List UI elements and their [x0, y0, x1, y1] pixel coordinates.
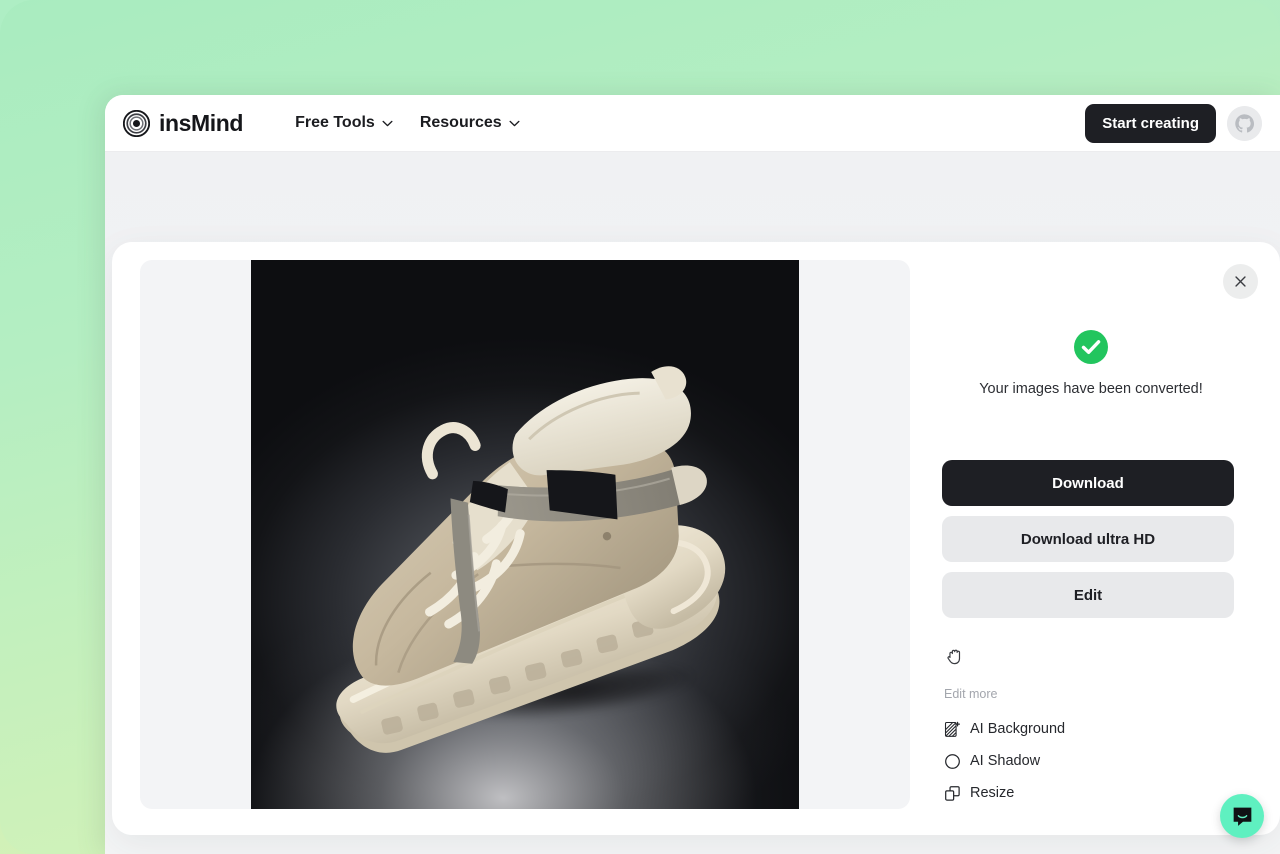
- download-ultra-hd-button[interactable]: Download ultra HD: [942, 516, 1234, 562]
- primary-actions: Download Download ultra HD Edit: [942, 460, 1234, 618]
- hand-grab-icon[interactable]: [944, 646, 966, 668]
- edit-button[interactable]: Edit: [942, 572, 1234, 618]
- download-button[interactable]: Download: [942, 460, 1234, 506]
- chat-bubble-icon: [1233, 807, 1251, 826]
- edit-more-item-label: AI Shadow: [970, 753, 1041, 769]
- chevron-down-icon: [382, 120, 393, 126]
- ai-background-icon: [944, 721, 960, 737]
- ai-shadow-icon: [945, 753, 960, 769]
- user-avatar-icon: [1227, 105, 1262, 141]
- image-preview-canvas[interactable]: [140, 260, 910, 809]
- status-message: Your images have been converted!: [979, 381, 1203, 397]
- edit-more-section: Edit more AI Background AI Shadow Resize: [944, 687, 1236, 809]
- brand-logo[interactable]: insMind: [123, 109, 244, 137]
- product-photo: [251, 260, 799, 809]
- edit-more-item-resize[interactable]: Resize: [944, 777, 1236, 809]
- resize-icon: [945, 785, 960, 801]
- edit-more-item-label: Resize: [970, 785, 1015, 801]
- chevron-down-icon: [509, 120, 520, 126]
- chat-launcher-button[interactable]: [1220, 794, 1264, 838]
- action-panel: Your images have been converted! Downloa…: [930, 260, 1252, 809]
- avatar[interactable]: [1227, 105, 1262, 141]
- brand-name: insMind: [159, 109, 244, 136]
- main-nav: Free Tools Resources: [295, 114, 520, 132]
- nav-item-resources[interactable]: Resources: [420, 114, 520, 132]
- concentric-circles-logo-icon: [123, 109, 150, 137]
- result-modal: Your images have been converted! Downloa…: [112, 242, 1280, 835]
- success-check-icon: [1074, 330, 1108, 364]
- site-header: insMind Free Tools Resources Start creat…: [105, 95, 1280, 152]
- nav-item-label: Resources: [419, 114, 502, 131]
- header-right-group: Start creating: [1085, 103, 1262, 143]
- edit-more-title: Edit more: [944, 687, 998, 701]
- edit-more-item-ai-background[interactable]: AI Background: [944, 713, 1236, 745]
- start-creating-button[interactable]: Start creating: [1085, 103, 1216, 143]
- app-window: insMind Free Tools Resources Start creat…: [105, 95, 1280, 854]
- page-body: Your images have been converted! Downloa…: [105, 152, 1280, 854]
- nav-item-label: Free Tools: [295, 114, 375, 131]
- edit-more-item-label: AI Background: [970, 721, 1066, 737]
- status-block: Your images have been converted!: [930, 330, 1252, 397]
- edit-more-item-ai-shadow[interactable]: AI Shadow: [944, 745, 1236, 777]
- nav-item-free-tools[interactable]: Free Tools: [295, 114, 393, 132]
- sneaker-illustration: [336, 366, 726, 753]
